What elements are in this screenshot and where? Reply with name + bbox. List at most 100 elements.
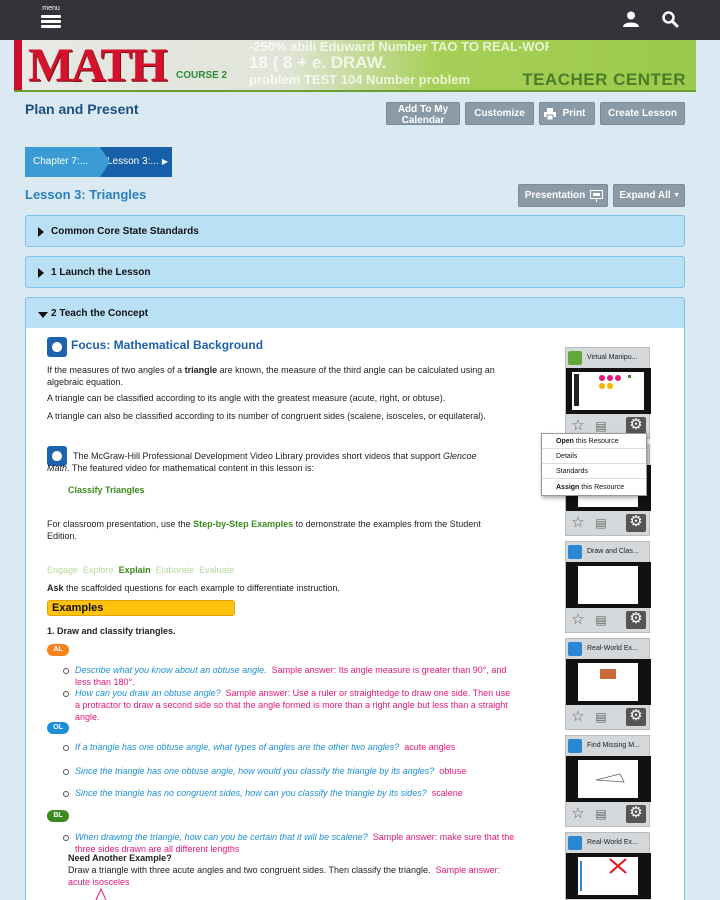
video-paragraph: The McGraw-Hill Professional Development… — [47, 450, 497, 474]
section-common-core[interactable]: Common Core State Standards — [25, 215, 685, 247]
document-icon[interactable]: ▤ — [593, 515, 609, 531]
expand-all-button[interactable]: Expand All ▼ — [613, 184, 685, 207]
section-label: 1 Launch the Lesson — [51, 267, 151, 278]
focus-paragraph-1: If the measures of two angles of a trian… — [47, 364, 517, 388]
gear-icon[interactable]: ⚙ — [626, 611, 646, 629]
menu-item-open[interactable]: Open this Resource — [542, 434, 646, 449]
star-icon[interactable]: ☆ — [570, 612, 586, 628]
document-icon[interactable]: ▤ — [593, 806, 609, 822]
page-title: Plan and Present — [25, 101, 139, 117]
play-icon — [568, 642, 582, 656]
menu-label: menu — [42, 5, 60, 12]
teacher-center-label: TEACHER CENTER — [522, 70, 686, 89]
ask-rest: the scaffolded questions for each exampl… — [63, 583, 340, 593]
course-label: COURSE 2 — [176, 70, 228, 81]
create-lesson-button[interactable]: Create Lesson — [600, 102, 685, 125]
presentation-button[interactable]: Presentation — [518, 184, 608, 207]
phase-evaluate[interactable]: Evaluate — [199, 565, 234, 575]
presentation-note: For classroom presentation, use the Step… — [47, 518, 507, 542]
question-text: Since the triangle has no congruent side… — [75, 788, 427, 798]
phase-engage[interactable]: Engage — [47, 565, 78, 575]
decor-line: problem TEST 104 Number problem — [249, 72, 471, 87]
video-text-post: . The featured video for mathematical co… — [67, 463, 314, 473]
gear-icon[interactable]: ⚙ — [626, 514, 646, 532]
phase-explore[interactable]: Explore — [83, 565, 114, 575]
resource-card[interactable]: Real-World Ex... — [565, 832, 651, 900]
thumbnail-preview — [580, 858, 627, 891]
thumbnail-screen — [578, 857, 638, 895]
add-to-calendar-label: Add To My Calendar — [397, 104, 449, 126]
caret-down-icon: ▼ — [673, 192, 680, 199]
presentation-label: Presentation — [524, 190, 586, 201]
print-button[interactable]: Print — [539, 102, 595, 125]
section-teach-concept[interactable]: 2 Teach the Concept — [25, 297, 685, 329]
examples-header: Examples — [47, 600, 235, 616]
example-1-title: 1. Draw and classify triangles. — [47, 626, 176, 636]
resource-card[interactable]: Virtual Manipu... ☆ ▤ ⚙ — [565, 347, 651, 439]
bullet — [63, 668, 69, 674]
star-icon[interactable]: ☆ — [570, 806, 586, 822]
bullet — [63, 835, 69, 841]
course-banner: MATH COURSE 2 -250% abili Eduward Number… — [14, 40, 696, 92]
resource-header: Real-World Ex... — [566, 833, 651, 853]
phase-elaborate[interactable]: Elaborate — [156, 565, 195, 575]
resource-card[interactable]: Real-World Ex... ☆ ▤ ⚙ — [565, 638, 651, 730]
focus-p1-bold: triangle — [184, 365, 218, 375]
breadcrumb-lesson-label: Lesson 3:... — [107, 156, 159, 167]
resource-title: Virtual Manipu... — [587, 354, 638, 361]
search-icon[interactable] — [661, 10, 679, 28]
triangle-sketch — [95, 888, 107, 900]
decor-line: -250% abili Eduward Number TAO TO REAL-W… — [249, 40, 549, 54]
add-to-calendar-button[interactable]: Add To My Calendar — [386, 102, 460, 126]
caret-down-icon — [38, 312, 48, 318]
section-label: Common Core State Standards — [51, 226, 199, 237]
user-icon[interactable] — [622, 10, 640, 28]
apple-icon — [47, 337, 67, 357]
star-icon[interactable]: ☆ — [570, 515, 586, 531]
section-launch-lesson[interactable]: 1 Launch the Lesson — [25, 256, 685, 288]
customize-button[interactable]: Customize — [465, 102, 534, 125]
question-text: How can you draw an obtuse angle? — [75, 688, 221, 698]
play-icon — [568, 836, 582, 850]
resource-thumbnail — [566, 562, 651, 608]
document-icon[interactable]: ▤ — [593, 612, 609, 628]
print-label: Print — [562, 108, 586, 119]
star-icon[interactable]: ☆ — [570, 709, 586, 725]
resource-title: Real-World Ex... — [587, 839, 638, 846]
question-item: Describe what you know about an obtuse a… — [75, 664, 515, 688]
question-item: How can you draw an obtuse angle? Sample… — [75, 687, 515, 723]
menu-item-rest: Standards — [556, 468, 588, 475]
classify-triangles-link[interactable]: Classify Triangles — [68, 484, 145, 496]
create-lesson-label: Create Lesson — [608, 108, 677, 119]
question-text: When drawing the triangle, how can you b… — [75, 832, 368, 842]
manipulative-preview — [574, 374, 631, 406]
step-by-step-link[interactable]: Step-by-Step Examples — [193, 519, 293, 529]
menu-item-standards[interactable]: Standards — [542, 464, 646, 479]
gear-icon[interactable]: ⚙ — [626, 805, 646, 823]
bullet — [63, 769, 69, 775]
breadcrumb-chapter[interactable]: Chapter 7:... — [25, 147, 110, 177]
phase-explain[interactable]: Explain — [119, 565, 151, 575]
video-text-pre: The McGraw-Hill Professional Development… — [73, 451, 444, 461]
star-icon[interactable]: ☆ — [570, 418, 586, 434]
document-icon[interactable]: ▤ — [593, 418, 609, 434]
resource-card[interactable]: Draw and Clas... ☆ ▤ ⚙ — [565, 541, 651, 633]
menu-button[interactable]: menu — [40, 5, 62, 33]
banner-strip — [14, 40, 22, 90]
resource-header: Virtual Manipu... — [566, 348, 651, 368]
menu-item-bold: Assign — [556, 484, 580, 491]
need-another-example: Need Another Example? — [68, 853, 172, 863]
answer-text: acute angles — [404, 742, 456, 752]
menu-item-details[interactable]: Details — [542, 449, 646, 464]
resource-title: Find Missing M... — [587, 742, 640, 749]
resource-card[interactable]: Find Missing M... ☆ ▤ ⚙ — [565, 735, 651, 827]
thumbnail-preview — [600, 669, 616, 679]
document-icon[interactable]: ▤ — [593, 709, 609, 725]
top-bar: menu — [0, 0, 720, 40]
menu-item-assign[interactable]: Assign this Resource — [542, 480, 646, 495]
menu-icon — [41, 15, 61, 18]
focus-paragraph-3: A triangle can also be classified accord… — [47, 411, 486, 421]
gear-icon[interactable]: ⚙ — [626, 708, 646, 726]
menu-item-bold: Open — [556, 438, 574, 445]
resource-title: Draw and Clas... — [587, 548, 639, 555]
